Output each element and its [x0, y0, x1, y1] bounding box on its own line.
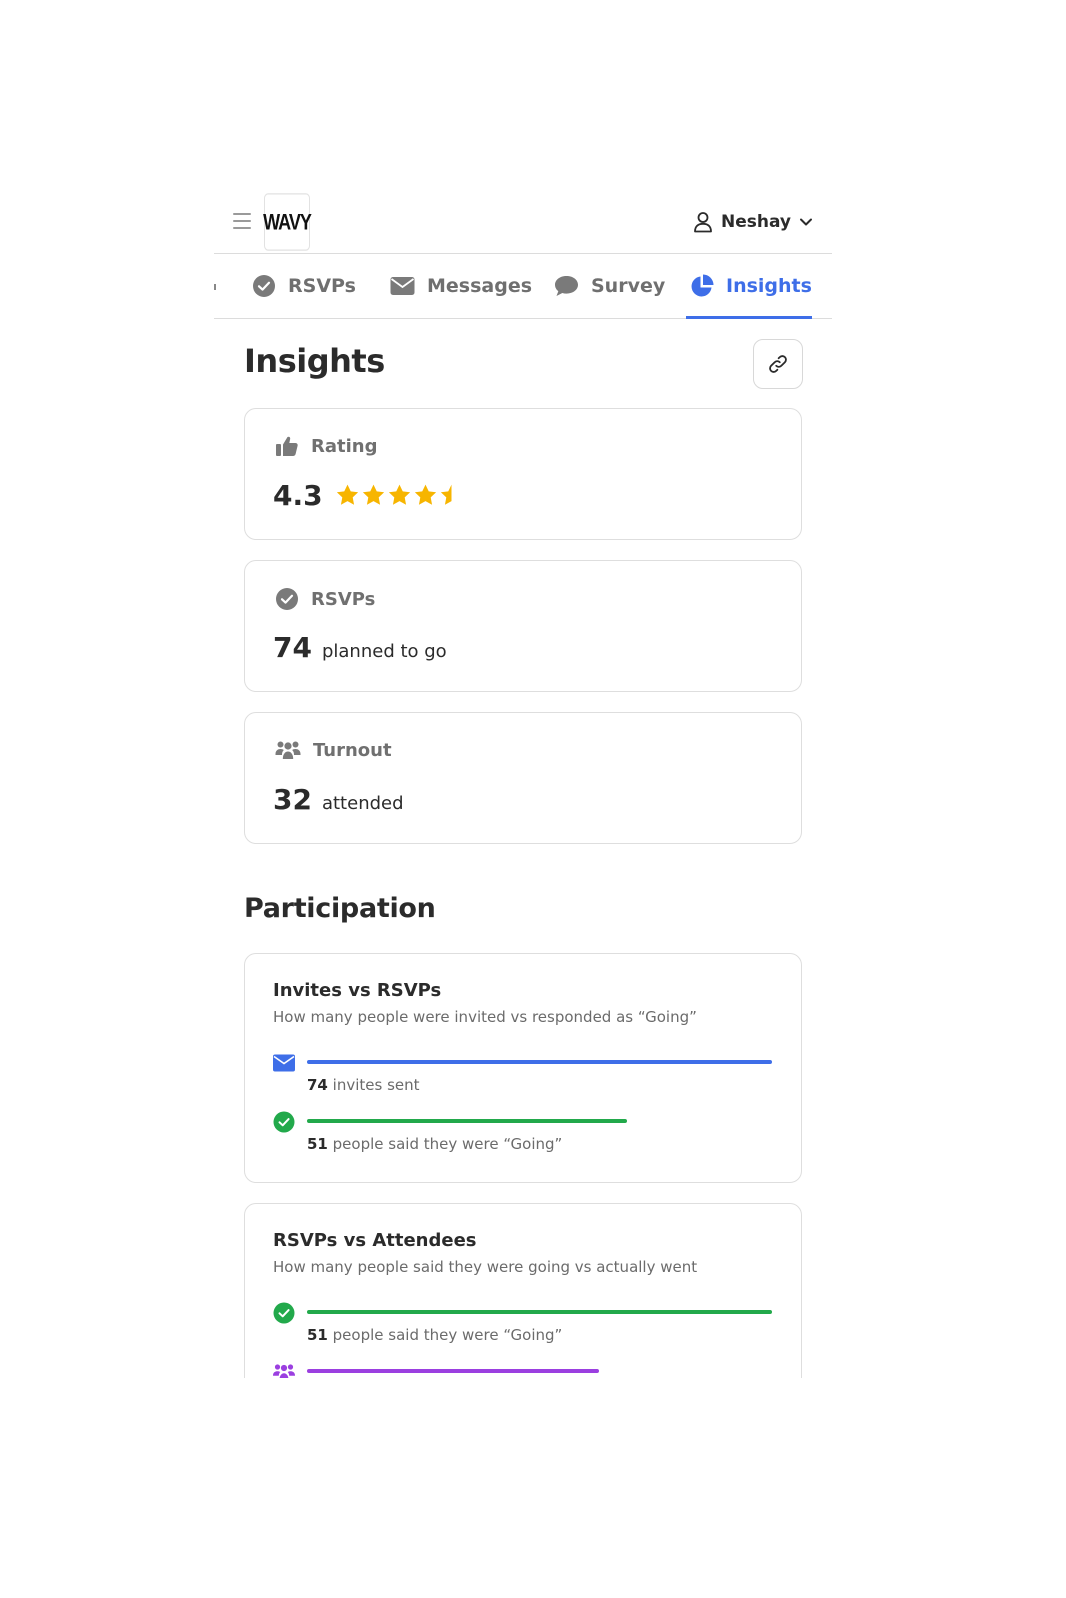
turnout-value: 32: [273, 783, 312, 816]
star-icon: [440, 484, 452, 505]
chevron-down-icon: [800, 218, 812, 226]
card-title: RSVPs vs Attendees: [273, 1230, 477, 1251]
attended-bar: [307, 1369, 599, 1373]
rating-card: Rating 4.3: [244, 408, 802, 540]
star-icon: [414, 484, 436, 505]
copy-link-button[interactable]: [753, 339, 803, 389]
check-circle-icon: [273, 1302, 295, 1324]
menu-icon[interactable]: [233, 213, 251, 229]
rating-value: 4.3: [273, 479, 323, 512]
tab-messages[interactable]: Messages: [390, 254, 532, 318]
bar-track: [307, 1119, 772, 1123]
rsvps-label-row: RSVPs: [275, 587, 375, 611]
link-icon: [769, 355, 787, 373]
tab-bar: RSVPs Messages Survey Insights: [214, 254, 832, 319]
bar-caption: 51 people said they were “Going”: [307, 1326, 562, 1344]
turnout-suffix: attended: [321, 793, 404, 814]
bar-track: [307, 1060, 772, 1064]
people-icon: [275, 741, 301, 759]
rating-label: Rating: [311, 435, 378, 457]
bar-track: [307, 1310, 772, 1314]
star-icon: [388, 484, 410, 505]
turnout-label: Turnout: [313, 739, 392, 761]
check-circle-icon: [253, 275, 275, 297]
rsvps-label: RSVPs: [311, 588, 376, 610]
going-bar: [307, 1119, 628, 1123]
star-icon: [336, 484, 358, 505]
tab-survey[interactable]: Survey: [554, 254, 665, 318]
rsvps-value: 74: [273, 631, 312, 664]
rsvps-vs-attendees-card: RSVPs vs Attendees How many people said …: [244, 1203, 802, 1378]
bar-count: 51: [307, 1326, 328, 1344]
logo[interactable]: WAVY: [263, 193, 312, 251]
turnout-label-row: Turnout: [275, 739, 392, 761]
turnout-value-row: 32 attended: [273, 783, 404, 816]
rating-label-row: Rating: [275, 435, 377, 457]
tab-label: Messages: [427, 275, 533, 297]
section-title: Participation: [244, 893, 436, 924]
chat-bubble-icon: [555, 276, 578, 296]
rating-value-row: 4.3: [273, 479, 464, 512]
bar-count: 51: [307, 1135, 328, 1153]
pie-chart-icon: [691, 274, 714, 297]
top-bar: WAVY Neshay: [214, 193, 832, 254]
bar-text: invites sent: [332, 1076, 420, 1094]
bar-text: people said they were “Going”: [332, 1326, 563, 1344]
envelope-icon: [273, 1054, 295, 1072]
star-rating: [335, 483, 464, 508]
check-circle-icon: [273, 1111, 295, 1133]
user-icon: [694, 212, 712, 233]
envelope-icon: [390, 277, 415, 295]
bar-caption: 74 invites sent: [307, 1076, 420, 1094]
bar-track: [307, 1369, 772, 1373]
rsvps-suffix: planned to go: [321, 641, 447, 662]
rsvps-card: RSVPs 74 planned to go: [244, 560, 802, 692]
tab-scroll-edge: [214, 284, 216, 290]
tab-insights[interactable]: Insights: [686, 254, 812, 319]
tab-label: RSVPs: [288, 275, 356, 297]
tab-label: Survey: [591, 275, 666, 297]
tab-rsvps[interactable]: RSVPs: [252, 254, 356, 318]
page-title: Insights: [244, 342, 385, 380]
card-description: How many people were invited vs responde…: [273, 1008, 697, 1026]
user-menu[interactable]: Neshay: [693, 209, 813, 235]
card-description: How many people said they were going vs …: [273, 1258, 698, 1276]
thumbs-up-icon: [276, 436, 298, 456]
rsvps-value-row: 74 planned to go: [273, 631, 447, 664]
invites-bar: [307, 1060, 772, 1064]
star-icon: [362, 484, 384, 505]
invites-vs-rsvps-card: Invites vs RSVPs How many people were in…: [244, 953, 802, 1183]
app-frame: WAVY Neshay RSVPs Messages Survey Insigh…: [214, 0, 832, 1378]
going-bar: [307, 1310, 772, 1314]
bar-count: 74: [307, 1076, 328, 1094]
people-icon: [273, 1364, 295, 1378]
tab-label: Insights: [726, 275, 812, 297]
bar-text: people said they were “Going”: [332, 1135, 563, 1153]
turnout-card: Turnout 32 attended: [244, 712, 802, 844]
bar-caption: 51 people said they were “Going”: [307, 1135, 562, 1153]
card-title: Invites vs RSVPs: [273, 980, 442, 1001]
check-circle-icon: [276, 588, 298, 610]
user-name: Neshay: [720, 212, 791, 232]
